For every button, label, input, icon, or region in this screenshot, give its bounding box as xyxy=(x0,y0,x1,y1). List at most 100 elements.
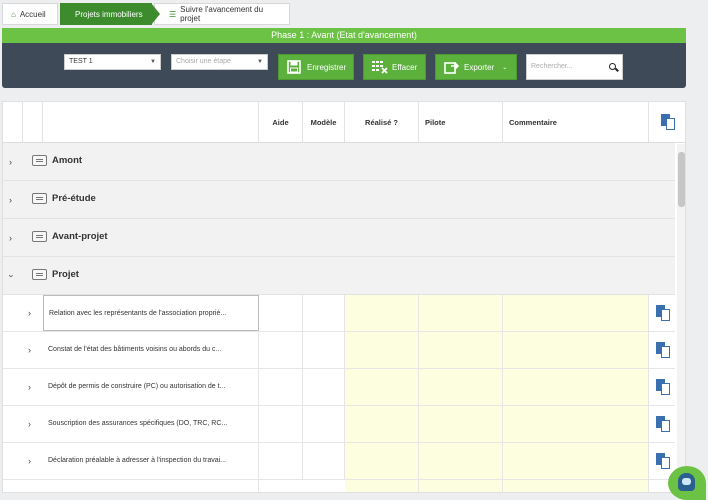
pilote-cell[interactable] xyxy=(419,406,503,442)
group-row-avant-projet[interactable]: › Avant-projet xyxy=(3,219,675,257)
scrollbar-thumb[interactable] xyxy=(678,152,685,207)
search-input[interactable]: Rechercher... xyxy=(526,54,623,80)
chevron-right-icon[interactable]: › xyxy=(28,419,31,429)
app-root: ⌂ Accueil Projets immobiliers ☰ Suivre l… xyxy=(0,0,708,500)
comment-icon xyxy=(32,231,47,242)
aide-cell[interactable] xyxy=(259,332,303,368)
group-label: Projet xyxy=(52,269,79,280)
header-realise[interactable]: Réalisé ? xyxy=(345,102,419,142)
aide-cell[interactable] xyxy=(259,443,303,479)
realise-cell[interactable] xyxy=(345,332,419,368)
realise-cell[interactable] xyxy=(345,369,419,405)
save-button[interactable]: Enregistrer xyxy=(278,54,354,80)
realise-cell[interactable] xyxy=(345,443,419,479)
task-label[interactable]: Constat de l'état des bâtiments voisins … xyxy=(43,332,259,368)
copy-icon[interactable] xyxy=(656,379,670,395)
task-label[interactable]: Déclaration préalable à adresser à l'ins… xyxy=(43,443,259,479)
chevron-down-icon: ▼ xyxy=(150,59,156,65)
commentaire-cell xyxy=(503,480,649,492)
commentaire-cell[interactable] xyxy=(503,295,649,331)
commentaire-cell[interactable] xyxy=(503,369,649,405)
chevron-right-icon[interactable]: › xyxy=(9,233,12,243)
breadcrumb-home-label: Accueil xyxy=(19,9,46,19)
breadcrumb-tracking[interactable]: ☰ Suivre l'avancement du projet xyxy=(154,3,290,25)
chevron-right-icon[interactable]: › xyxy=(9,157,12,167)
phase-title: Phase 1 : Avant (Etat d'avancement) xyxy=(2,28,686,43)
commentaire-cell[interactable] xyxy=(503,406,649,442)
modele-cell[interactable] xyxy=(303,295,345,331)
pilote-cell[interactable] xyxy=(419,295,503,331)
chevron-down-icon: ⌄ xyxy=(502,64,508,71)
group-row-projet[interactable]: › Projet xyxy=(3,257,675,295)
pilote-cell[interactable] xyxy=(419,369,503,405)
clear-button-label: Effacer xyxy=(392,62,418,72)
realise-cell[interactable] xyxy=(345,406,419,442)
modele-cell[interactable] xyxy=(303,332,345,368)
breadcrumb-projects[interactable]: Projets immobiliers xyxy=(60,3,160,25)
header-modele[interactable]: Modèle xyxy=(303,102,345,142)
project-select-value: TEST 1 xyxy=(69,58,93,65)
help-chat-button[interactable] xyxy=(668,466,706,500)
step-select[interactable]: Choisir une étape ▼ xyxy=(171,54,268,70)
group-label: Amont xyxy=(52,155,83,166)
copy-icon[interactable] xyxy=(656,453,670,469)
chevron-right-icon[interactable]: › xyxy=(28,308,31,318)
save-icon xyxy=(287,60,301,74)
header-pilote[interactable]: Pilote xyxy=(419,102,503,142)
comment-icon xyxy=(32,155,47,166)
task-label[interactable]: Relation avec les représentants de l'ass… xyxy=(43,295,259,331)
copy-icon[interactable] xyxy=(661,114,675,130)
group-label: Pré-étude xyxy=(52,193,96,204)
task-label[interactable]: Dépôt de permis de construire (PC) ou au… xyxy=(43,369,259,405)
chevron-down-icon: ▼ xyxy=(257,59,263,65)
breadcrumb-home[interactable]: ⌂ Accueil xyxy=(2,3,58,25)
table-row[interactable]: › Dépôt de permis de construire (PC) ou … xyxy=(3,369,675,406)
group-row-amont[interactable]: › Amont xyxy=(3,143,675,181)
commentaire-cell[interactable] xyxy=(503,443,649,479)
vertical-scrollbar[interactable] xyxy=(677,144,685,492)
header-sub-col xyxy=(23,102,43,142)
header-expand-col xyxy=(3,102,23,142)
headset-icon xyxy=(678,473,695,491)
header-commentaire[interactable]: Commentaire xyxy=(503,102,649,142)
table-row[interactable]: › Relation avec les représentants de l'a… xyxy=(3,295,675,332)
copy-icon[interactable] xyxy=(656,305,670,321)
save-button-label: Enregistrer xyxy=(307,62,347,72)
breadcrumb-tracking-label: Suivre l'avancement du projet xyxy=(180,5,264,23)
pilote-cell[interactable] xyxy=(419,332,503,368)
export-button[interactable]: Exporter ⌄ xyxy=(435,54,517,80)
clear-button[interactable]: Effacer xyxy=(363,54,426,80)
table-row[interactable]: › Souscription des assurances spécifique… xyxy=(3,406,675,443)
chevron-right-icon[interactable]: › xyxy=(9,195,12,205)
copy-icon[interactable] xyxy=(656,416,670,432)
toolbar: TEST 1 ▼ Choisir une étape ▼ Enregistrer… xyxy=(2,43,686,88)
aide-cell[interactable] xyxy=(259,295,303,331)
chevron-right-icon[interactable]: › xyxy=(28,382,31,392)
modele-cell[interactable] xyxy=(303,369,345,405)
comment-icon xyxy=(32,269,47,280)
group-label: Avant-projet xyxy=(52,231,108,242)
modele-cell[interactable] xyxy=(303,443,345,479)
table-row[interactable]: › Constat de l'état des bâtiments voisin… xyxy=(3,332,675,369)
table-row[interactable]: › Déclaration préalable à adresser à l'i… xyxy=(3,443,675,480)
modele-cell[interactable] xyxy=(303,406,345,442)
commentaire-cell[interactable] xyxy=(503,332,649,368)
realise-cell[interactable] xyxy=(345,295,419,331)
chevron-right-icon[interactable]: › xyxy=(28,456,31,466)
group-row-pre-etude[interactable]: › Pré-étude xyxy=(3,181,675,219)
aide-cell[interactable] xyxy=(259,369,303,405)
chevron-right-icon[interactable]: › xyxy=(28,345,31,355)
comment-icon xyxy=(32,193,47,204)
aide-cell[interactable] xyxy=(259,406,303,442)
tasks-table: Aide Modèle Réalisé ? Pilote Commentaire… xyxy=(2,101,686,493)
task-label[interactable]: Souscription des assurances spécifiques … xyxy=(43,406,259,442)
realise-cell xyxy=(345,480,419,492)
header-copy[interactable] xyxy=(649,102,685,142)
export-icon xyxy=(444,60,460,74)
header-aide[interactable]: Aide xyxy=(259,102,303,142)
chevron-down-icon[interactable]: › xyxy=(7,275,17,278)
copy-icon[interactable] xyxy=(656,342,670,358)
search-icon[interactable] xyxy=(609,63,616,70)
pilote-cell[interactable] xyxy=(419,443,503,479)
project-select[interactable]: TEST 1 ▼ xyxy=(64,54,161,70)
